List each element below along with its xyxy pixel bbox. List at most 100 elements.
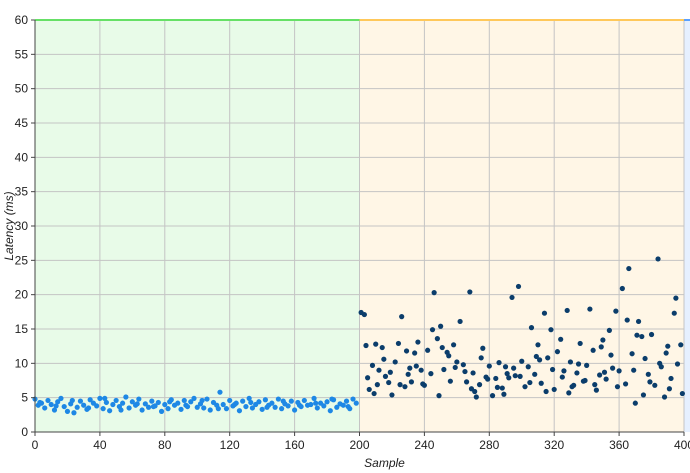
series-1-point: [454, 359, 460, 365]
series-1-point: [678, 342, 684, 348]
series-1-point: [624, 317, 630, 323]
series-1-point: [436, 393, 442, 399]
series-0-point: [58, 395, 64, 401]
series-1-point: [515, 283, 522, 290]
series-0-point: [134, 401, 140, 407]
series-1-point: [548, 327, 554, 333]
series-1-point: [561, 368, 567, 374]
series-1-point: [632, 400, 638, 406]
series-1-point: [610, 365, 616, 371]
series-1-point: [438, 323, 444, 329]
series-1-point: [631, 367, 637, 373]
y-tick-label: 55: [15, 47, 29, 61]
series-1-point: [397, 382, 403, 388]
x-tick-label: 400: [674, 438, 690, 452]
series-1-point: [485, 376, 491, 382]
series-0-point: [236, 408, 243, 414]
series-0-point: [215, 406, 221, 412]
series-0-point: [259, 406, 265, 412]
series-1-point: [499, 385, 505, 391]
series-1-point: [558, 336, 564, 342]
series-1-point: [387, 369, 393, 375]
series-1-point: [413, 363, 419, 369]
series-1-point: [648, 331, 655, 338]
series-1-point: [608, 352, 614, 358]
series-1-point: [403, 348, 410, 354]
x-tick-label: 200: [349, 438, 369, 452]
series-1-point: [457, 318, 463, 325]
x-tick-label: 120: [220, 438, 240, 452]
series-1-point: [494, 384, 501, 390]
series-1-point: [593, 387, 599, 393]
y-tick-label: 15: [15, 322, 29, 336]
y-tick-label: 45: [15, 116, 29, 130]
series-1-point: [369, 362, 376, 368]
series-1-point: [476, 382, 483, 388]
y-tick-label: 5: [21, 391, 28, 405]
series-0-point: [181, 397, 187, 404]
series-0-point: [314, 405, 320, 411]
series-1-point: [467, 289, 473, 295]
series-1-point: [535, 342, 541, 348]
series-0-point: [217, 389, 223, 395]
series-0-point: [118, 407, 124, 413]
series-0-point: [207, 407, 213, 413]
series-0-point: [350, 396, 356, 402]
series-1-point: [382, 373, 389, 379]
y-tick-label: 60: [15, 13, 29, 27]
series-1-point: [407, 365, 413, 371]
series-0-point: [313, 400, 319, 406]
series-1-point: [567, 359, 574, 365]
series-0-point: [123, 394, 129, 400]
series-0-point: [45, 397, 51, 404]
series-0-point: [150, 403, 157, 410]
series-1-point: [512, 373, 518, 379]
series-1-point: [402, 384, 408, 390]
series-0-point: [48, 401, 54, 408]
series-1-point: [486, 363, 492, 369]
series-0-point: [85, 405, 92, 411]
y-tick-label: 10: [15, 356, 29, 370]
series-1-point: [635, 318, 642, 325]
series-1-point: [472, 388, 478, 395]
series-0-point: [77, 398, 84, 404]
series-1-point: [587, 306, 593, 312]
series-1-point: [395, 340, 402, 347]
series-1-point: [386, 379, 392, 386]
series-1-point: [657, 360, 663, 366]
x-tick-label: 0: [32, 438, 39, 452]
series-1-point: [451, 342, 457, 348]
series-0-point: [327, 408, 333, 414]
y-tick-label: 35: [15, 185, 29, 199]
series-1-point: [478, 355, 484, 361]
series-1-point: [405, 371, 411, 377]
series-1-point: [668, 375, 674, 382]
series-1-point: [429, 327, 436, 333]
series-1-point: [538, 380, 544, 386]
series-1-point: [528, 325, 535, 331]
series-1-point: [569, 384, 575, 390]
series-1-point: [462, 368, 468, 375]
series-1-point: [361, 311, 367, 318]
series-1-point: [420, 381, 426, 387]
series-1-point: [493, 375, 499, 382]
series-1-point: [522, 384, 528, 390]
series-0-point: [324, 399, 330, 405]
series-1-point: [577, 340, 583, 347]
series-1-point: [446, 353, 452, 359]
series-1-point: [661, 394, 668, 400]
series-1-point: [509, 294, 515, 301]
series-0-point: [308, 401, 314, 408]
series-0-point: [264, 404, 270, 410]
series-0-point: [204, 396, 210, 402]
series-0-point: [183, 402, 189, 408]
series-0-point: [71, 410, 77, 416]
series-0-point: [162, 401, 168, 408]
series-1-point: [673, 295, 679, 301]
series-1-point: [480, 345, 486, 351]
series-1-point: [663, 350, 669, 356]
series-1-point: [592, 382, 598, 388]
series-1-point: [652, 382, 658, 388]
series-1-point: [511, 365, 517, 371]
series-1-point: [525, 364, 531, 370]
